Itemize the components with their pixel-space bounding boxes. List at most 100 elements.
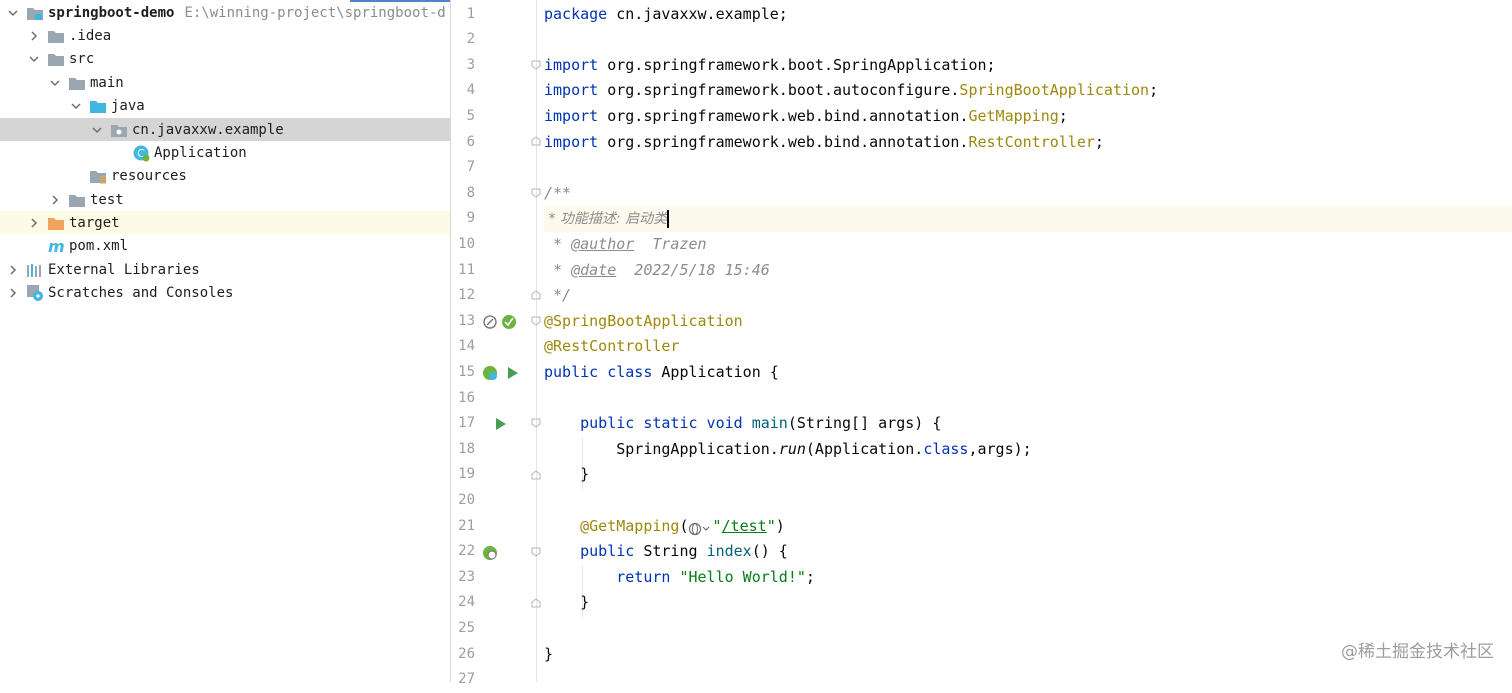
code-editor[interactable]: 1 2 3 4 5 6 7 8 9 10 11 12 13 14 15 16 1… (451, 0, 1512, 687)
spring-boot-icon[interactable] (501, 314, 517, 330)
fold-marker-icon[interactable] (531, 188, 541, 198)
run-icon[interactable] (492, 416, 508, 432)
keyword: public static void (544, 414, 743, 433)
line-number: 8 (466, 184, 475, 201)
code-text: String (634, 542, 707, 561)
folder-icon (47, 51, 65, 67)
request-mapping-icon[interactable] (482, 545, 498, 561)
string: " (712, 516, 722, 535)
tree-item-application[interactable]: C Application (0, 141, 450, 164)
line-number: 19 (458, 466, 475, 483)
spring-bean-icon[interactable] (482, 365, 498, 381)
code-text: } (544, 465, 590, 484)
chevron-down-icon[interactable] (6, 6, 20, 20)
fold-marker-icon[interactable] (531, 136, 541, 146)
spring-class-icon: C (132, 145, 150, 161)
comment: * 功能描述: 启动类 (544, 211, 668, 228)
line-number: 24 (458, 594, 475, 611)
line-number: 10 (458, 235, 475, 252)
code-line: public String index() { (544, 539, 788, 565)
code-text: SpringApplication. (544, 439, 779, 458)
annotation-name: RestController (968, 132, 1095, 151)
code-line: */ (544, 283, 571, 309)
code-area[interactable]: package cn.javaxxw.example; import org.s… (544, 0, 1512, 682)
comment: 2022/5/18 15:46 (616, 260, 770, 279)
code-line: package cn.javaxxw.example; (544, 2, 788, 28)
spring-bean-icon[interactable] (482, 314, 498, 330)
code-line: * @date 2022/5/18 15:46 (544, 258, 770, 284)
fold-marker-icon[interactable] (531, 470, 541, 480)
keyword: import (544, 106, 599, 125)
code-text: ; (1094, 132, 1104, 151)
tree-item-test[interactable]: test (0, 188, 450, 211)
annotation: @GetMapping (544, 516, 680, 535)
project-path: E:\winning-project\springboot-d (184, 4, 446, 21)
chevron-right-icon[interactable] (6, 286, 20, 300)
line-number: 21 (458, 517, 475, 534)
fold-marker-icon[interactable] (531, 60, 541, 70)
code-line: return "Hello World!"; (544, 565, 815, 591)
current-line-highlight (544, 206, 1512, 232)
tree-item-java[interactable]: java (0, 94, 450, 117)
code-line: /** (544, 181, 571, 207)
code-line: } (544, 590, 589, 616)
tree-item-external-libraries[interactable]: External Libraries (0, 258, 450, 281)
tree-item-main[interactable]: main (0, 71, 450, 94)
tree-item-pom[interactable]: m pom.xml (0, 234, 450, 257)
method-name: main (742, 414, 788, 433)
tree-item-package[interactable]: cn.javaxxw.example (0, 118, 450, 141)
line-number: 13 (458, 312, 475, 329)
chevron-down-icon[interactable] (27, 52, 41, 66)
tree-label: target (69, 214, 120, 231)
chevron-down-icon[interactable] (69, 99, 83, 113)
folder-icon (47, 28, 65, 44)
fold-marker-icon[interactable] (531, 598, 541, 608)
line-number: 3 (466, 56, 475, 73)
method-name: index (706, 542, 752, 561)
tree-item-idea[interactable]: .idea (0, 24, 450, 47)
globe-icon[interactable] (688, 519, 713, 536)
text-caret (667, 209, 670, 228)
run-icon[interactable] (504, 365, 520, 381)
code-line: } (544, 462, 589, 488)
fold-marker-icon[interactable] (531, 290, 541, 300)
chevron-right-icon[interactable] (6, 263, 20, 277)
tree-item-springboot-demo[interactable]: springboot-demo E:\winning-project\sprin… (0, 1, 450, 24)
fold-marker-icon[interactable] (531, 547, 541, 557)
code-text: org.springframework.boot.autoconfigure. (598, 81, 960, 100)
line-number: 22 (458, 543, 475, 560)
chevron-down-icon[interactable] (90, 123, 104, 137)
annotation: @SpringBootApplication (544, 311, 743, 330)
tree-label: resources (111, 167, 187, 184)
comment: */ (544, 286, 572, 305)
tree-label: .idea (69, 27, 112, 44)
libraries-icon (26, 262, 44, 278)
tree-label: Application (154, 144, 247, 161)
keyword: import (544, 55, 599, 74)
code-line: @RestController (544, 334, 679, 360)
tree-item-scratches[interactable]: Scratches and Consoles (0, 281, 450, 304)
chevron-right-icon[interactable] (27, 29, 41, 43)
url-path-link[interactable]: /test (722, 517, 767, 535)
line-number: 15 (458, 363, 475, 380)
code-text: ; (805, 567, 815, 586)
code-text: cn.javaxxw.example; (607, 4, 788, 23)
tree-item-src[interactable]: src (0, 47, 450, 70)
tree-item-target[interactable]: target (0, 211, 450, 234)
chevron-right-icon[interactable] (27, 216, 41, 230)
code-line: SpringApplication.run(Application.class,… (544, 437, 1031, 463)
line-number: 23 (458, 568, 475, 585)
line-number: 16 (458, 389, 475, 406)
line-number: 12 (458, 287, 475, 304)
fold-marker-icon[interactable] (531, 418, 541, 428)
tree-label: test (90, 191, 124, 208)
code-text: } (544, 644, 554, 663)
chevron-down-icon[interactable] (48, 76, 62, 90)
tree-item-resources[interactable]: resources (0, 164, 450, 187)
chevron-right-icon[interactable] (48, 193, 62, 207)
scratches-icon (26, 284, 44, 301)
tree-label: External Libraries (48, 261, 200, 278)
fold-marker-icon[interactable] (531, 316, 541, 326)
code-text: ) (775, 516, 785, 535)
keyword: package (544, 4, 608, 23)
